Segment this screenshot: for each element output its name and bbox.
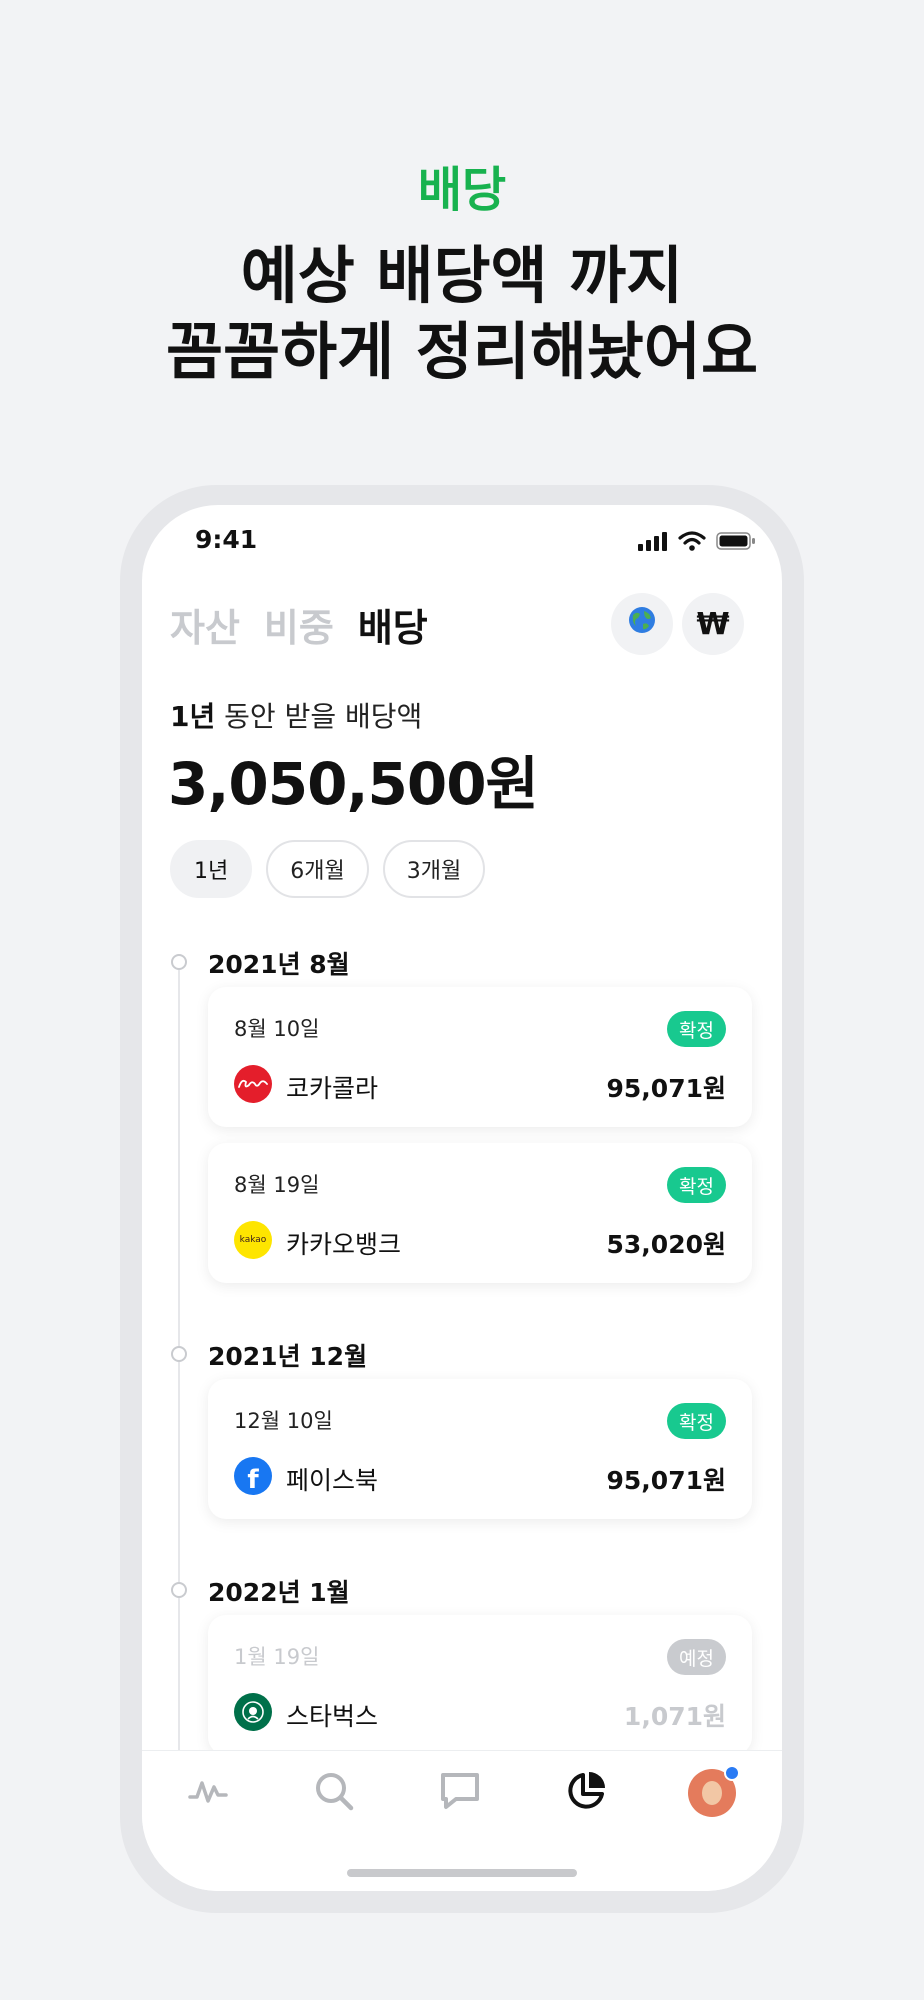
- asset-tabs: 자산 비중 배당: [170, 597, 428, 652]
- nav-activity[interactable]: [180, 1765, 236, 1821]
- pie-chart-icon: [564, 1769, 608, 1817]
- company-name: 페이스북: [286, 1466, 379, 1495]
- promo-headline: 예상 배당액 까지 꼼꼼하게 정리해놨어요: [0, 238, 924, 390]
- payment-date: 1월 19일: [234, 1645, 320, 1669]
- dividend-card[interactable]: 12월 10일 확정 f 페이스북 95,071원: [208, 1379, 752, 1519]
- dividend-card[interactable]: 1월 19일 예정 스타벅스 1,071원: [208, 1615, 752, 1755]
- signal-icon: [638, 531, 668, 555]
- status-badge: 확정: [667, 1403, 726, 1439]
- headline-line-2: 꼼꼼하게 정리해놨어요: [166, 315, 758, 388]
- nav-search[interactable]: [306, 1765, 362, 1821]
- facebook-logo: f: [234, 1457, 272, 1495]
- dividend-card[interactable]: 8월 19일 확정 kakao 카카오뱅크 53,020원: [208, 1143, 752, 1283]
- kakao-logo-text: kakao: [239, 1235, 267, 1245]
- timeline-dot: [171, 954, 187, 970]
- phone-screen: 9:41 자산 비중 배당 ₩ 1년 동안 받을 배당액 3,050,500원 …: [142, 505, 782, 1891]
- notification-dot: [724, 1765, 740, 1781]
- total-dividend-amount: 3,050,500원: [168, 750, 539, 818]
- globe-button[interactable]: [611, 593, 673, 655]
- status-badge: 확정: [667, 1011, 726, 1047]
- tab-dividend[interactable]: 배당: [358, 597, 428, 652]
- search-icon: [312, 1769, 356, 1817]
- battery-icon: [716, 531, 756, 555]
- globe-icon: [627, 605, 657, 643]
- tab-assets[interactable]: 자산: [170, 597, 240, 652]
- chip-1-year[interactable]: 1년: [170, 840, 253, 898]
- wifi-icon: [678, 531, 706, 555]
- nav-community[interactable]: [432, 1765, 488, 1821]
- facebook-logo-text: f: [247, 1465, 259, 1495]
- dividend-amount: 1,071원: [623, 1702, 726, 1731]
- dividend-amount: 53,020원: [606, 1230, 726, 1259]
- headline-line-1: 예상 배당액 까지: [240, 239, 684, 312]
- summary-period: 1년: [170, 700, 216, 733]
- nav-profile[interactable]: [684, 1765, 740, 1821]
- avatar-face: [702, 1781, 722, 1805]
- timeline-line: [178, 955, 180, 1835]
- chip-3-months[interactable]: 3개월: [382, 840, 486, 898]
- nav-portfolio[interactable]: [558, 1765, 614, 1821]
- status-badge: 확정: [667, 1167, 726, 1203]
- month-label: 2021년 12월: [208, 1342, 368, 1371]
- month-label: 2021년 8월: [208, 950, 350, 979]
- currency-button[interactable]: ₩: [682, 593, 744, 655]
- company-name: 카카오뱅크: [286, 1230, 402, 1259]
- status-time: 9:41: [195, 525, 258, 554]
- coca-cola-logo: [234, 1065, 272, 1103]
- dividend-amount: 95,071원: [606, 1466, 726, 1495]
- summary-label-text: 동안 받을 배당액: [215, 700, 423, 733]
- company-name: 스타벅스: [286, 1702, 379, 1731]
- chat-icon: [438, 1769, 482, 1817]
- tab-weight[interactable]: 비중: [264, 597, 334, 652]
- home-indicator: [347, 1869, 577, 1877]
- status-icons: [638, 531, 756, 555]
- dividend-card[interactable]: 8월 10일 확정 코카콜라 95,071원: [208, 987, 752, 1127]
- profile-avatar: [688, 1765, 740, 1817]
- payment-date: 8월 19일: [234, 1173, 320, 1197]
- payment-date: 12월 10일: [234, 1409, 333, 1433]
- chip-6-months[interactable]: 6개월: [266, 840, 369, 898]
- status-badge: 예정: [667, 1639, 726, 1675]
- company-name: 코카콜라: [286, 1074, 379, 1103]
- kakao-logo: kakao: [234, 1221, 272, 1259]
- period-selector: 1년 6개월 3개월: [170, 840, 486, 898]
- section-eyebrow: 배당: [417, 162, 507, 218]
- won-icon: ₩: [696, 606, 730, 642]
- timeline-dot: [171, 1346, 187, 1362]
- starbucks-logo: [234, 1693, 272, 1731]
- summary-label: 1년 동안 받을 배당액: [170, 695, 422, 735]
- timeline-dot: [171, 1582, 187, 1598]
- payment-date: 8월 10일: [234, 1017, 320, 1041]
- month-label: 2022년 1월: [208, 1578, 350, 1607]
- dividend-amount: 95,071원: [606, 1074, 726, 1103]
- activity-icon: [187, 1775, 229, 1811]
